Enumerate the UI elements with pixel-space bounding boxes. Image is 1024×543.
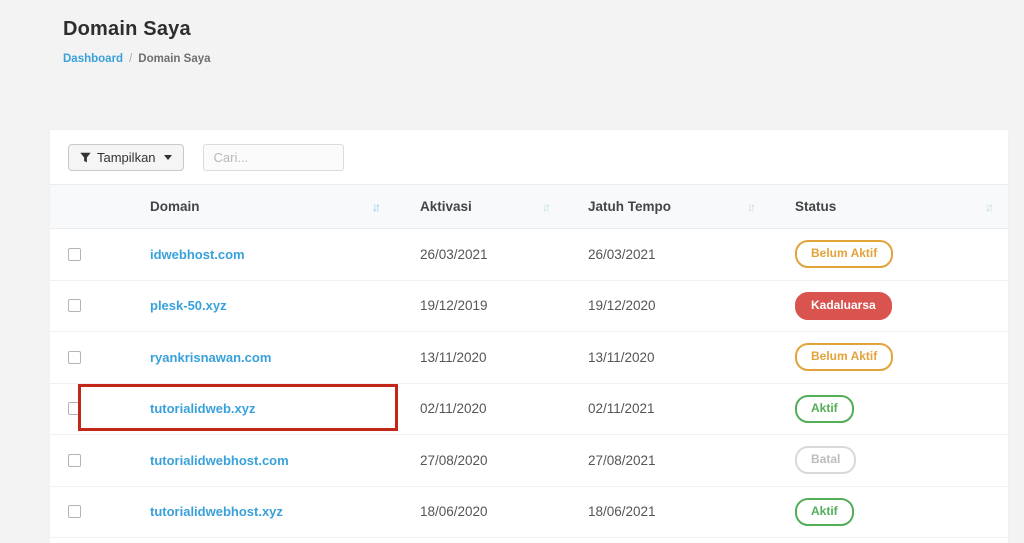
row-checkbox[interactable] xyxy=(68,505,81,519)
domain-link[interactable]: tutorialidweb.xyz xyxy=(150,401,255,416)
row-aktivasi-cell: 19/12/2019 xyxy=(395,298,565,313)
jatuh-tempo-date: 02/11/2021 xyxy=(588,401,655,417)
domain-link[interactable]: idwebhost.com xyxy=(150,247,245,262)
header-status: Status ↓↑ xyxy=(770,199,1008,214)
jatuh-tempo-date: 27/08/2021 xyxy=(588,452,656,468)
breadcrumb-dashboard-link[interactable]: Dashboard xyxy=(63,53,123,65)
aktivasi-date: 19/12/2019 xyxy=(420,298,488,314)
page: Domain Saya Dashboard / Domain Saya Tampil… xyxy=(0,0,1024,543)
sort-icon-aktivasi[interactable]: ↓↑ xyxy=(542,200,551,214)
row-checkbox[interactable] xyxy=(68,350,81,364)
row-checkbox-cell xyxy=(50,402,128,416)
header-jatuh-tempo: Jatuh Tempo ↓↑ xyxy=(565,199,770,214)
row-jatuh-tempo-cell: 02/11/2021 xyxy=(565,401,770,416)
aktivasi-date: 26/03/2021 xyxy=(420,246,488,262)
row-domain-cell: ryankrisnawan.com xyxy=(128,350,395,365)
row-aktivasi-cell: 02/11/2020 xyxy=(395,401,565,416)
row-aktivasi-cell: 18/06/2020 xyxy=(395,504,565,519)
table-row: idwebhost.com 26/03/2021 26/03/2021 Belu… xyxy=(50,229,1008,281)
aktivasi-date: 02/11/2020 xyxy=(420,401,487,417)
row-checkbox-cell xyxy=(50,299,128,313)
row-checkbox[interactable] xyxy=(68,453,81,467)
sort-icon-status[interactable]: ↓↑ xyxy=(985,200,994,214)
domain-link[interactable]: plesk-50.xyz xyxy=(150,298,227,313)
sort-icon-jatuh-tempo[interactable]: ↓↑ xyxy=(747,200,756,214)
jatuh-tempo-date: 13/11/2020 xyxy=(588,349,655,365)
row-status-cell: Aktif xyxy=(770,394,1008,423)
row-checkbox-cell xyxy=(50,505,128,519)
aktivasi-date: 27/08/2020 xyxy=(420,452,488,468)
status-badge: Kadaluarsa xyxy=(795,291,892,320)
status-badge: Aktif xyxy=(795,394,854,423)
header-aktivasi-label: Aktivasi xyxy=(420,199,472,214)
aktivasi-date: 13/11/2020 xyxy=(420,349,487,365)
funnel-icon xyxy=(80,152,91,163)
header-domain-label: Domain xyxy=(150,199,200,214)
filter-button-label: Tampilkan xyxy=(97,149,156,165)
row-aktivasi-cell: 26/03/2021 xyxy=(395,247,565,262)
domain-table: Domain ↓↑ Aktivasi ↓↑ Jatuh Tempo ↓↑ Sta… xyxy=(50,184,1008,538)
jatuh-tempo-date: 19/12/2020 xyxy=(588,298,656,314)
aktivasi-date: 18/06/2020 xyxy=(420,504,488,520)
status-badge: Aktif xyxy=(795,497,854,526)
row-jatuh-tempo-cell: 26/03/2021 xyxy=(565,247,770,262)
status-badge: Belum Aktif xyxy=(795,343,894,372)
row-checkbox-cell xyxy=(50,453,128,467)
row-status-cell: Batal xyxy=(770,446,1008,475)
row-domain-cell: plesk-50.xyz xyxy=(128,298,395,313)
header-domain: Domain ↓↑ xyxy=(128,199,395,214)
row-aktivasi-cell: 13/11/2020 xyxy=(395,350,565,365)
row-jatuh-tempo-cell: 19/12/2020 xyxy=(565,298,770,313)
row-status-cell: Belum Aktif xyxy=(770,240,1008,269)
row-checkbox-cell xyxy=(50,350,128,364)
row-checkbox-cell xyxy=(50,247,128,261)
breadcrumb-separator: / xyxy=(129,53,133,65)
domain-link[interactable]: ryankrisnawan.com xyxy=(150,350,271,365)
table-row: tutorialidwebhost.xyz 18/06/2020 18/06/2… xyxy=(50,486,1008,538)
page-title: Domain Saya xyxy=(63,18,191,40)
jatuh-tempo-date: 26/03/2021 xyxy=(588,246,656,262)
row-jatuh-tempo-cell: 18/06/2021 xyxy=(565,504,770,519)
row-status-cell: Kadaluarsa xyxy=(770,291,1008,320)
domain-list-card: Tampilkan Domain ↓↑ Aktivasi ↓↑ Jatuh Te… xyxy=(50,130,1008,543)
row-checkbox[interactable] xyxy=(68,402,81,416)
row-status-cell: Belum Aktif xyxy=(770,343,1008,372)
row-checkbox[interactable] xyxy=(68,299,81,313)
row-status-cell: Aktif xyxy=(770,497,1008,526)
header-status-label: Status xyxy=(795,199,837,214)
search-input[interactable] xyxy=(202,143,344,171)
status-badge: Belum Aktif xyxy=(795,240,894,269)
table-row: plesk-50.xyz 19/12/2019 19/12/2020 Kadal… xyxy=(50,280,1008,332)
row-domain-cell: tutorialidweb.xyz xyxy=(128,401,395,416)
domain-link[interactable]: tutorialidwebhost.xyz xyxy=(150,504,283,519)
breadcrumb-current: Domain Saya xyxy=(138,53,211,65)
sort-icon-domain[interactable]: ↓↑ xyxy=(372,200,381,214)
table-row: tutorialidweb.xyz 02/11/2020 02/11/2021 … xyxy=(50,383,1008,435)
table-toolbar: Tampilkan xyxy=(50,130,1008,184)
row-checkbox[interactable] xyxy=(68,247,81,261)
jatuh-tempo-date: 18/06/2021 xyxy=(588,504,656,520)
status-badge: Batal xyxy=(795,446,857,475)
filter-button[interactable]: Tampilkan xyxy=(68,143,184,171)
row-jatuh-tempo-cell: 13/11/2020 xyxy=(565,350,770,365)
caret-down-icon xyxy=(163,154,172,160)
row-aktivasi-cell: 27/08/2020 xyxy=(395,453,565,468)
header-aktivasi: Aktivasi ↓↑ xyxy=(395,199,565,214)
row-jatuh-tempo-cell: 27/08/2021 xyxy=(565,453,770,468)
table-header-row: Domain ↓↑ Aktivasi ↓↑ Jatuh Tempo ↓↑ Sta… xyxy=(50,184,1008,229)
breadcrumb: Dashboard / Domain Saya xyxy=(63,53,211,65)
table-body: idwebhost.com 26/03/2021 26/03/2021 Belu… xyxy=(50,229,1008,538)
header-jatuh-tempo-label: Jatuh Tempo xyxy=(588,199,672,214)
row-domain-cell: tutorialidwebhost.com xyxy=(128,453,395,468)
domain-link[interactable]: tutorialidwebhost.com xyxy=(150,453,289,468)
row-domain-cell: tutorialidwebhost.xyz xyxy=(128,504,395,519)
table-row: tutorialidwebhost.com 27/08/2020 27/08/2… xyxy=(50,435,1008,487)
row-domain-cell: idwebhost.com xyxy=(128,247,395,262)
table-row: ryankrisnawan.com 13/11/2020 13/11/2020 … xyxy=(50,332,1008,384)
